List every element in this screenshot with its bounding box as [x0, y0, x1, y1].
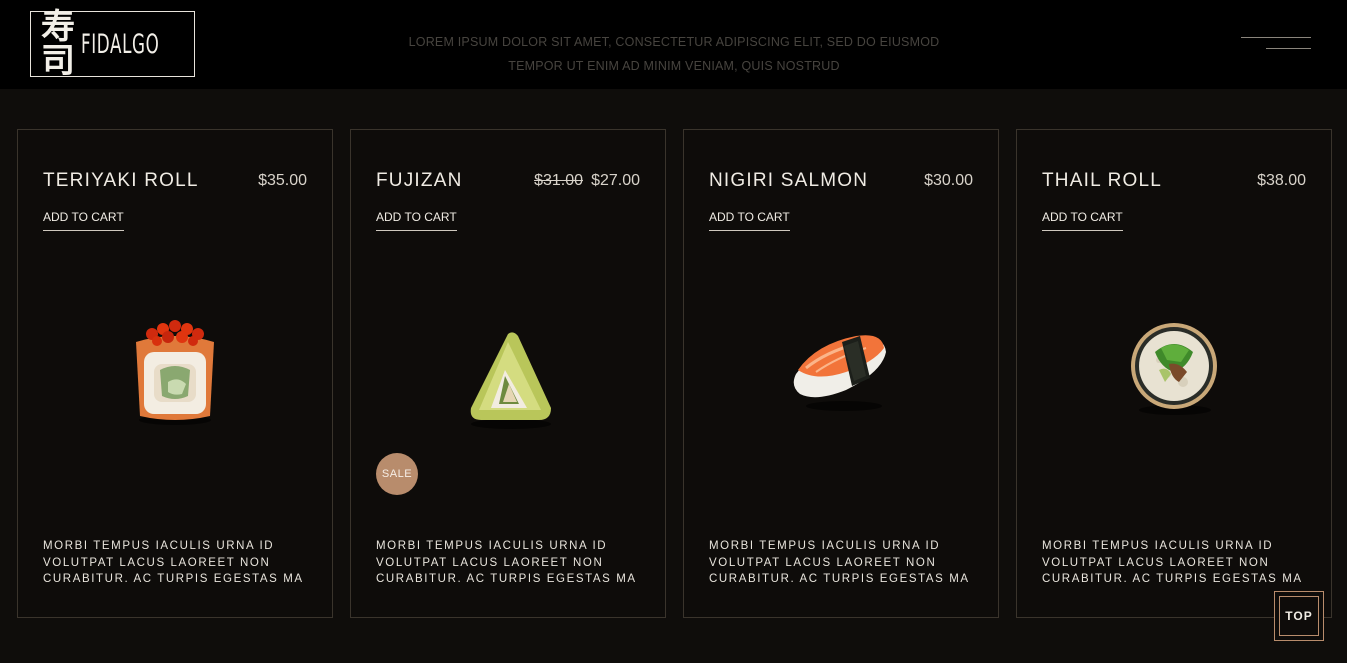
product-old-price: $31.00 [534, 172, 583, 189]
product-title[interactable]: NIGIRI SALMON [709, 170, 868, 192]
add-to-cart-button[interactable]: ADD TO CART [1042, 210, 1123, 231]
logo-kanji: 寿司 [41, 7, 75, 81]
product-title[interactable]: THAIL ROLL [1042, 170, 1162, 192]
product-card: FUJIZAN $31.00 $27.00 ADD TO CART SALE M… [350, 129, 666, 618]
add-to-cart-button[interactable]: ADD TO CART [709, 210, 790, 231]
hamburger-menu-icon[interactable] [1236, 30, 1316, 56]
thail-roll-image[interactable] [1119, 312, 1229, 432]
sale-badge: SALE [376, 453, 418, 495]
scroll-top-label: TOP [1279, 596, 1319, 636]
menu-line-bottom [1266, 48, 1311, 49]
product-price: $27.00 [591, 172, 640, 189]
teriyaki-roll-image[interactable] [120, 312, 230, 432]
product-description: MORBI TEMPUS IACULIS URNA ID VOLUTPAT LA… [1042, 540, 1303, 585]
fujizan-image[interactable] [453, 312, 563, 432]
product-price: $30.00 [924, 172, 973, 189]
product-card: NIGIRI SALMON $30.00 ADD TO CART MORBI T… [683, 129, 999, 618]
product-description: MORBI TEMPUS IACULIS URNA ID VOLUTPAT LA… [376, 540, 637, 585]
menu-line-top [1241, 37, 1311, 38]
header-tagline: LOREM IPSUM DOLOR SIT AMET, CONSECTETUR … [374, 30, 974, 78]
product-card: TERIYAKI ROLL $35.00 ADD TO CART MORBI T… [17, 129, 333, 618]
product-description: MORBI TEMPUS IACULIS URNA ID VOLUTPAT LA… [709, 540, 970, 585]
nigiri-salmon-image[interactable] [786, 312, 896, 432]
product-title[interactable]: FUJIZAN [376, 170, 463, 192]
product-title[interactable]: TERIYAKI ROLL [43, 170, 199, 192]
logo[interactable]: 寿司 FIDALGO [30, 7, 195, 81]
product-price: $35.00 [258, 172, 307, 189]
product-card: THAIL ROLL $38.00 ADD TO CART MORBI TEMP… [1016, 129, 1332, 618]
add-to-cart-button[interactable]: ADD TO CART [376, 210, 457, 231]
tagline-line-1: LOREM IPSUM DOLOR SIT AMET, CONSECTETUR … [408, 35, 940, 49]
site-header: 寿司 FIDALGO LOREM IPSUM DOLOR SIT AMET, C… [0, 0, 1347, 89]
add-to-cart-button[interactable]: ADD TO CART [43, 210, 124, 231]
logo-wordmark: FIDALGO [81, 28, 160, 60]
tagline-line-2: TEMPOR UT ENIM AD MINIM VENIAM, QUIS NOS… [508, 59, 840, 73]
product-description: MORBI TEMPUS IACULIS URNA ID VOLUTPAT LA… [43, 540, 304, 585]
scroll-top-button[interactable]: TOP [1274, 591, 1324, 641]
product-price: $38.00 [1257, 172, 1306, 189]
